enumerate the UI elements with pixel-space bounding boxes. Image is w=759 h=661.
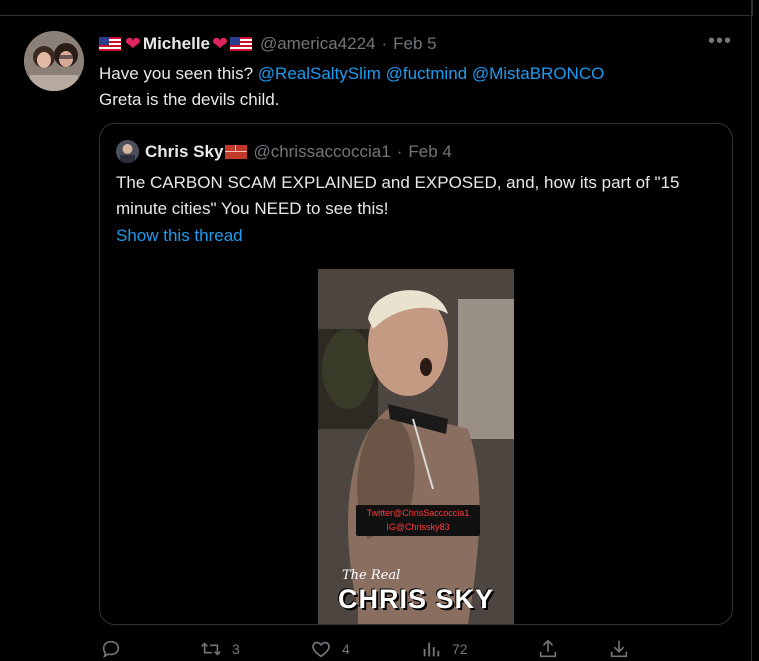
tweet-text-intro: Have you seen this?: [99, 64, 254, 83]
right-divider: [751, 0, 752, 661]
quoted-avatar-photo: [116, 140, 139, 163]
heart-icon: [312, 641, 330, 658]
avatar[interactable]: [24, 31, 84, 91]
red-heart-icon: ❤: [212, 33, 228, 55]
like-count: 4: [342, 641, 350, 657]
share-icon: [539, 639, 557, 658]
avatar-photo: [24, 31, 84, 91]
more-icon[interactable]: •••: [708, 30, 732, 53]
tweet-text: Have you seen this? @RealSaltySlim @fuct…: [99, 61, 604, 113]
brick-icon: [225, 144, 248, 159]
share-button[interactable]: [537, 638, 559, 660]
tweet-header: ❤ Michelle ❤ @america4224 · Feb 5: [99, 33, 437, 55]
display-name[interactable]: Michelle: [143, 34, 210, 54]
download-button[interactable]: [608, 638, 630, 660]
mention-link[interactable]: @fuctmind: [386, 64, 468, 83]
video-brand-small: The Real: [342, 568, 401, 583]
tweet-date[interactable]: Feb 5: [393, 34, 436, 54]
reply-icon: [102, 640, 120, 659]
download-icon: [610, 640, 628, 658]
quoted-display-name[interactable]: Chris Sky: [145, 142, 223, 162]
views-button[interactable]: 72: [420, 638, 468, 660]
red-heart-icon: ❤: [125, 33, 141, 55]
views-count: 72: [452, 641, 468, 657]
quoted-handle[interactable]: @chrissaccoccia1: [253, 142, 390, 162]
video-credit-twitter: Twitter@ChrisSaccoccia1: [366, 508, 470, 518]
quoted-tweet[interactable]: Chris Sky @chrissaccoccia1 · Feb 4 The C…: [99, 123, 733, 625]
video-credit-box: Twitter@ChrisSaccoccia1 IG@Chrissky83: [356, 505, 480, 536]
views-icon: [423, 642, 440, 657]
user-handle[interactable]: @america4224: [260, 34, 376, 54]
video-credit-ig: IG@Chrissky83: [386, 522, 450, 532]
like-button[interactable]: 4: [310, 638, 350, 660]
retweet-icon: [201, 642, 221, 656]
reply-button[interactable]: [100, 638, 122, 660]
show-thread-link[interactable]: Show this thread: [116, 226, 243, 246]
quoted-header: Chris Sky @chrissaccoccia1 · Feb 4: [116, 140, 452, 163]
quoted-date[interactable]: Feb 4: [408, 142, 451, 162]
quoted-avatar[interactable]: [116, 140, 139, 163]
us-flag-icon: [229, 37, 252, 51]
action-bar: 3 4 72: [100, 638, 660, 661]
retweet-count: 3: [232, 641, 240, 657]
us-flag-icon: [99, 37, 121, 51]
retweet-button[interactable]: 3: [200, 638, 240, 660]
video-thumbnail[interactable]: Twitter@ChrisSaccoccia1 IG@Chrissky83 Th…: [318, 269, 514, 624]
mention-link[interactable]: @MistaBRONCO: [472, 64, 605, 83]
video-brand-large: CHRIS SKY: [338, 584, 495, 614]
separator-dot: ·: [381, 34, 388, 53]
mention-link[interactable]: @RealSaltySlim: [258, 64, 381, 83]
separator-dot: ·: [396, 141, 403, 161]
tweet-text-line2: Greta is the devils child.: [99, 90, 280, 109]
quoted-text: The CARBON SCAM EXPLAINED and EXPOSED, a…: [116, 173, 680, 218]
top-divider: [0, 0, 753, 16]
